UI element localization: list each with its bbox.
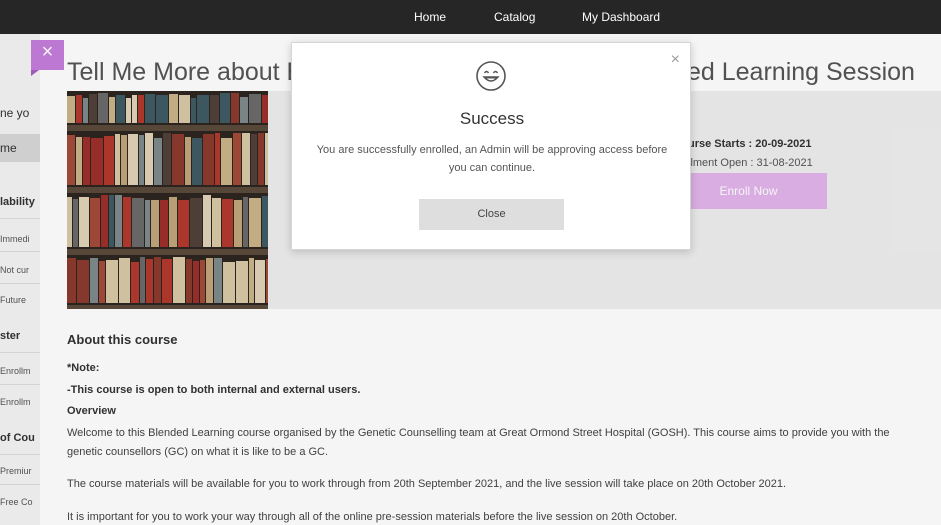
smiley-icon — [476, 61, 506, 91]
modal-title: Success — [459, 109, 525, 128]
nav-home-link[interactable]: Home — [414, 10, 446, 24]
nav-dashboard-link[interactable]: My Dashboard — [582, 10, 660, 24]
modal-close-icon[interactable]: × — [671, 51, 680, 69]
success-modal: × Success You are successfully enrolled,… — [291, 42, 691, 250]
nav-catalog-link[interactable]: Catalog — [494, 10, 535, 24]
modal-close-button[interactable]: Close — [419, 199, 564, 230]
modal-message: You are successfully enrolled, an Admin … — [316, 144, 668, 174]
top-nav: Home Catalog My Dashboard — [0, 0, 941, 34]
